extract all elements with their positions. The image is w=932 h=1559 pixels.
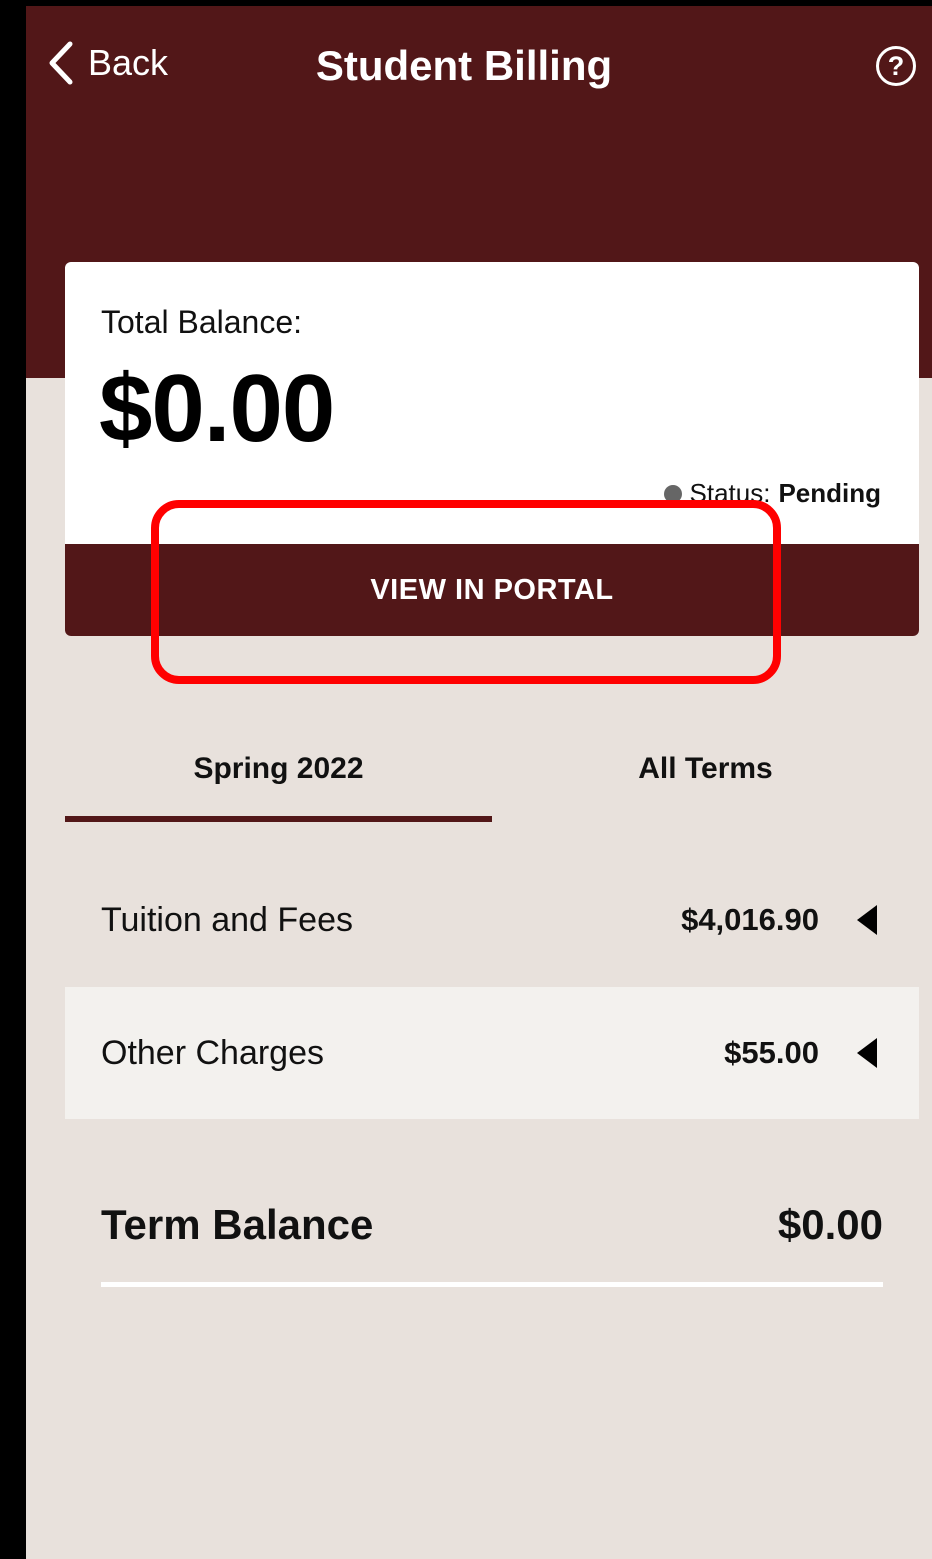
status-value: Pending <box>778 478 881 508</box>
tab-spring-2022[interactable]: Spring 2022 <box>65 722 492 822</box>
charge-name: Tuition and Fees <box>101 900 353 939</box>
charge-amount: $4,016.90 <box>681 902 819 937</box>
term-balance-row: Term Balance $0.00 <box>101 1190 883 1260</box>
balance-card: Total Balance: $0.00 Status: Pending VIE… <box>65 262 919 636</box>
divider <box>101 1282 883 1287</box>
charge-row-tuition[interactable]: Tuition and Fees $4,016.90 <box>65 854 919 986</box>
charge-row-other[interactable]: Other Charges $55.00 <box>65 987 919 1119</box>
term-balance-amount: $0.00 <box>777 1201 883 1248</box>
view-in-portal-button[interactable]: VIEW IN PORTAL <box>65 544 919 636</box>
status-label: Status: <box>689 478 771 508</box>
app-frame: Back Student Billing ? Total Balance: $0… <box>0 0 932 1559</box>
status-dot-icon <box>663 484 682 503</box>
total-balance-label: Total Balance: <box>101 304 303 340</box>
help-icon[interactable]: ? <box>876 46 916 86</box>
tab-all-terms[interactable]: All Terms <box>492 722 919 816</box>
total-balance-amount: $0.00 <box>99 355 335 462</box>
nav-bar: Back Student Billing ? <box>26 6 932 126</box>
charge-name: Other Charges <box>101 1033 324 1072</box>
caret-left-icon[interactable] <box>857 905 877 935</box>
term-balance-label: Term Balance <box>101 1201 374 1248</box>
status-indicator: Status: Pending <box>663 478 881 509</box>
page-title: Student Billing <box>315 42 613 89</box>
charge-amount: $55.00 <box>724 1035 819 1070</box>
caret-left-icon[interactable] <box>857 1038 877 1068</box>
term-tabs: Spring 2022 All Terms <box>65 722 919 822</box>
